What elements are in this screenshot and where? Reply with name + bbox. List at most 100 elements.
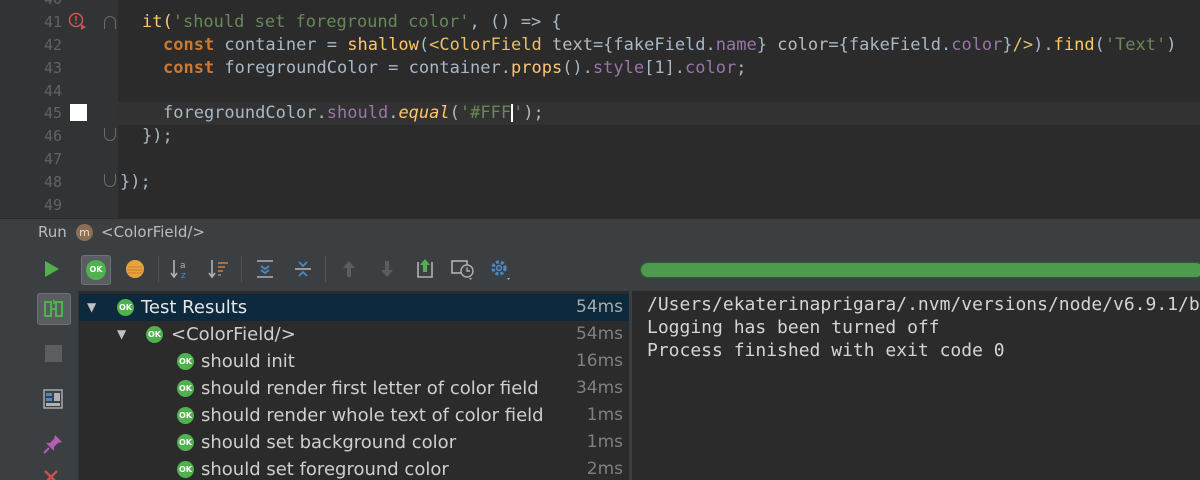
tree-row-test-results[interactable]: ▼ OK Test Results 54ms (79, 294, 629, 321)
code-token: ' (513, 103, 524, 123)
code-token: style (592, 58, 645, 78)
test-results-tree[interactable]: ▼ OK Test Results 54ms ▼ OK <ColorField/… (79, 291, 629, 480)
close-icon[interactable] (41, 467, 61, 480)
fold-close-icon[interactable] (104, 174, 116, 187)
tree-row-test[interactable]: OK should set foreground color 2ms (79, 456, 629, 480)
code-token: foregroundColor = container. (214, 58, 511, 78)
ok-badge-icon: OK (146, 326, 163, 343)
code-token: 'Text' (1104, 35, 1167, 55)
tree-row-test[interactable]: OK should render whole text of color fie… (79, 402, 629, 429)
export-results-icon[interactable] (411, 255, 439, 283)
tree-row-test[interactable]: OK should init 16ms (79, 348, 629, 375)
tree-row-time: 54ms (575, 297, 623, 317)
toolbar-separator (158, 256, 159, 282)
code-token: ( (1094, 35, 1105, 55)
code-line-45: foregroundColor.should.equal('#FFF '); (163, 102, 544, 125)
tree-row-test[interactable]: OK should set background color 1ms (79, 429, 629, 456)
line-number: 47 (43, 150, 62, 168)
tree-row-label: should init (201, 351, 295, 372)
fold-open-icon[interactable] (104, 16, 116, 29)
code-token: 'should set foreground color' (172, 12, 470, 32)
expand-arrow-icon[interactable]: ▼ (87, 294, 96, 321)
next-failed-test-icon[interactable] (373, 255, 401, 283)
test-history-icon[interactable] (449, 255, 477, 283)
code-token: ); (523, 103, 544, 123)
ok-badge-icon: OK (177, 407, 194, 424)
svg-text:a: a (180, 261, 186, 271)
test-progress-bar (640, 262, 1200, 278)
run-config-name[interactable]: <ColorField/> (101, 223, 205, 241)
tree-row-test[interactable]: OK should render first letter of color f… (79, 375, 629, 402)
code-token: [1]. (644, 58, 686, 78)
stop-square (44, 344, 62, 362)
run-test-error-icon[interactable] (68, 12, 88, 32)
bookmark-marker[interactable] (70, 104, 87, 121)
code-token: } (756, 35, 778, 55)
expand-arrow-icon[interactable]: ▼ (117, 321, 126, 348)
code-token: <ColorField (429, 35, 542, 55)
tree-row-suite[interactable]: ▼ OK <ColorField/> 54ms (79, 321, 629, 348)
tree-row-label: <ColorField/> (171, 324, 296, 345)
code-line-46: }); (142, 126, 173, 146)
line-number: 49 (43, 196, 62, 214)
tree-row-label: should set background color (201, 432, 457, 453)
rerun-icon[interactable] (37, 255, 65, 283)
code-token: equal (398, 103, 450, 123)
test-progress-fill (641, 263, 1200, 277)
code-token: (). (562, 58, 593, 78)
stop-icon[interactable] (39, 339, 67, 367)
test-runner-toolbar: OK az (0, 246, 1200, 291)
show-passed-toggle[interactable]: OK (81, 255, 111, 285)
run-panel-label: Run (38, 223, 67, 241)
run-side-toolbar (0, 291, 79, 480)
code-token: shallow (347, 35, 419, 55)
code-token: it( (142, 12, 173, 32)
fold-close-icon[interactable] (104, 128, 116, 141)
tree-row-time: 34ms (575, 378, 623, 398)
console-line: Process finished with exit code 0 (647, 340, 1005, 361)
console-output[interactable]: /Users/ekaterinaprigara/.nvm/versions/no… (632, 291, 1200, 480)
layout-icon[interactable] (39, 385, 67, 413)
line-number: 42 (43, 36, 62, 54)
code-token: . (388, 103, 399, 123)
sort-by-duration-icon[interactable] (205, 255, 233, 283)
line-number: 43 (43, 59, 62, 77)
expand-all-icon[interactable] (251, 255, 279, 283)
line-number: 46 (43, 127, 62, 145)
code-token: ( (418, 35, 430, 55)
ok-icon: OK (86, 260, 106, 280)
show-ignored-icon[interactable] (121, 255, 149, 283)
sort-alphabetically-icon[interactable]: az (167, 255, 195, 283)
code-token: foregroundColor. (163, 103, 327, 123)
code-token: color (777, 35, 829, 55)
tree-row-label: should render first letter of color fiel… (201, 378, 539, 399)
tree-row-label: Test Results (141, 297, 248, 318)
code-token: ={fakeField. (592, 35, 716, 55)
pin-tab-icon[interactable] (39, 430, 67, 458)
svg-text:z: z (181, 271, 186, 281)
console-line: /Users/ekaterinaprigara/.nvm/versions/no… (647, 294, 1200, 315)
ok-badge-icon: OK (177, 461, 194, 478)
code-token: ; (736, 58, 747, 78)
ok-badge-icon: OK (177, 434, 194, 451)
code-token: container = (214, 35, 348, 55)
line-number: 44 (43, 82, 62, 100)
line-number: 48 (43, 173, 62, 191)
code-token: ={fakeField. (828, 35, 952, 55)
code-editor[interactable]: 40 41 42 43 44 45 46 47 48 49 it('should… (0, 0, 1200, 218)
previous-failed-test-icon[interactable] (335, 255, 363, 283)
code-token: name (715, 35, 757, 55)
code-token: text (541, 35, 593, 55)
tree-row-time: 54ms (575, 324, 623, 344)
toggle-auto-test-icon[interactable] (37, 293, 71, 325)
code-token: , () => { (469, 12, 562, 32)
code-token: const (163, 58, 215, 78)
toolbar-separator (241, 256, 242, 282)
settings-gear-icon[interactable] (487, 255, 515, 283)
collapse-all-icon[interactable] (289, 255, 317, 283)
code-token: find (1053, 35, 1095, 55)
code-token: /> (1012, 35, 1034, 55)
code-token: '#FFF (459, 103, 512, 123)
code-token: ( (449, 103, 460, 123)
ok-badge-icon: OK (177, 380, 194, 397)
